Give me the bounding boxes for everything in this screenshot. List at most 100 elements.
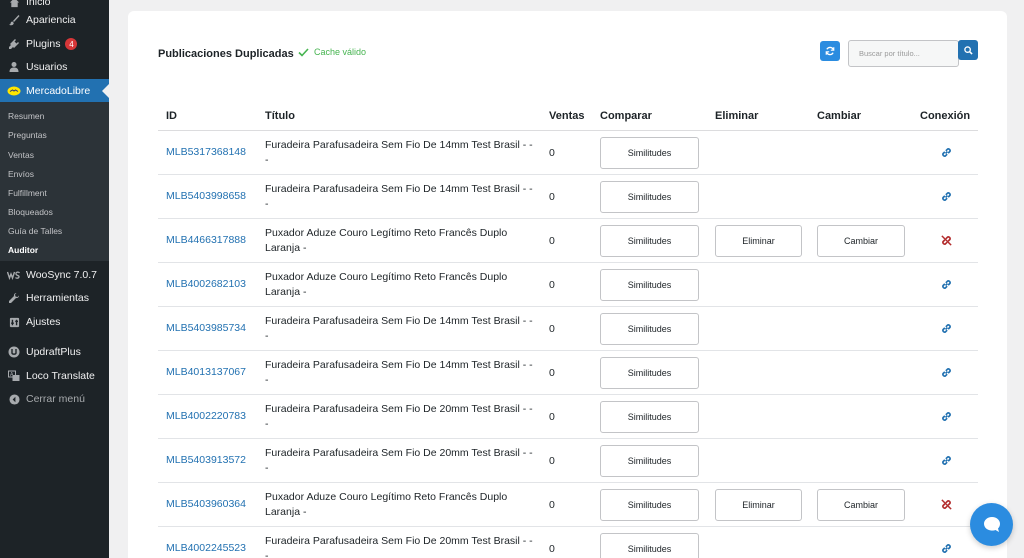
updraftplus-icon	[7, 345, 21, 359]
menu-item-mercadolibre[interactable]: MercadoLibre	[0, 79, 109, 103]
listing-title: Furadeira Parafusadeira Sem Fio De 14mm …	[265, 139, 533, 166]
similitudes-button[interactable]: Similitudes	[600, 137, 699, 169]
chat-icon	[983, 517, 1000, 532]
menu-label: Usuarios	[26, 61, 68, 73]
listing-id-link[interactable]: MLB4002245523	[166, 542, 246, 554]
refresh-button[interactable]	[820, 41, 840, 61]
search-input[interactable]	[848, 40, 959, 67]
similitudes-button[interactable]: Similitudes	[600, 445, 699, 477]
menu-label: WooSync 7.0.7	[26, 269, 98, 281]
link-icon[interactable]	[940, 146, 953, 159]
similitudes-button[interactable]: Similitudes	[600, 181, 699, 213]
submenu-guia-de-talles[interactable]: Guía de Talles	[8, 226, 62, 236]
menu-label: Apariencia	[26, 14, 76, 26]
sales-count: 0	[549, 279, 555, 291]
menu-item-apariencia[interactable]: Apariencia	[0, 8, 109, 32]
cache-status-text: Cache válido	[314, 47, 367, 57]
sales-count: 0	[549, 455, 555, 467]
listing-title: Puxador Aduze Couro Legítimo Reto Francê…	[265, 227, 508, 254]
sales-count: 0	[549, 191, 555, 203]
submenu-envios[interactable]: Envíos	[8, 169, 34, 179]
listing-id-link[interactable]: MLB5403998658	[166, 190, 246, 202]
table-row: MLB5403998658 Furadeira Parafusadeira Sem…	[158, 175, 978, 219]
table-row: MLB5403985734 Furadeira Parafusadeira Sem…	[158, 307, 978, 351]
similitudes-button[interactable]: Similitudes	[600, 533, 699, 558]
menu-label: Cerrar menú	[26, 393, 85, 405]
cambiar-button[interactable]: Cambiar	[817, 225, 905, 257]
link-icon[interactable]	[940, 542, 953, 555]
submenu-resumen[interactable]: Resumen	[8, 111, 44, 121]
submenu-auditor[interactable]: Auditor	[8, 245, 38, 255]
table-row: MLB5403960364 Puxador Aduze Couro Legítim…	[158, 483, 978, 527]
mercadolibre-icon	[7, 84, 21, 98]
search-button[interactable]	[958, 40, 978, 60]
eliminar-button[interactable]: Eliminar	[715, 489, 802, 521]
wrench-icon	[7, 291, 21, 305]
listing-id-link[interactable]: MLB4466317888	[166, 234, 246, 246]
menu-item-ajustes[interactable]: Ajustes	[0, 310, 109, 334]
listing-title: Furadeira Parafusadeira Sem Fio De 14mm …	[265, 183, 533, 210]
menu-item-woosync[interactable]: WooSync 7.0.7	[0, 263, 109, 287]
menu-label: Loco Translate	[26, 370, 95, 382]
chat-button[interactable]	[970, 503, 1013, 546]
listing-id-link[interactable]: MLB5403960364	[166, 498, 246, 510]
table-row: MLB4013137067 Furadeira Parafusadeira Sem…	[158, 351, 978, 395]
cambiar-button[interactable]: Cambiar	[817, 489, 905, 521]
listing-id-link[interactable]: MLB4002220783	[166, 410, 246, 422]
submenu-fulfillment[interactable]: Fulfillment	[8, 188, 47, 198]
broken-link-icon[interactable]	[940, 498, 953, 511]
listing-id-link[interactable]: MLB5403913572	[166, 454, 246, 466]
collapse-menu-button[interactable]: Cerrar menú	[0, 387, 109, 411]
similitudes-button[interactable]: Similitudes	[600, 269, 699, 301]
loco-translate-icon: A	[7, 369, 21, 383]
broken-link-icon[interactable]	[940, 234, 953, 247]
sales-count: 0	[549, 323, 555, 335]
similitudes-button[interactable]: Similitudes	[600, 401, 699, 433]
link-icon[interactable]	[940, 278, 953, 291]
submenu-bloqueados[interactable]: Bloqueados	[8, 207, 53, 217]
sales-count: 0	[549, 411, 555, 423]
link-icon[interactable]	[940, 454, 953, 467]
link-icon[interactable]	[940, 190, 953, 203]
link-icon[interactable]	[940, 410, 953, 423]
collapse-menu-icon	[7, 392, 21, 406]
submenu-ventas[interactable]: Ventas	[8, 150, 34, 160]
menu-item-loco-translate[interactable]: A Loco Translate	[0, 364, 109, 388]
plugins-update-badge: 4	[65, 38, 78, 50]
table-row: MLB4466317888 Puxador Aduze Couro Legítim…	[158, 219, 978, 263]
menu-item-herramientas[interactable]: Herramientas	[0, 286, 109, 310]
similitudes-button[interactable]: Similitudes	[600, 489, 699, 521]
woosync-icon	[7, 268, 21, 282]
listing-title: Furadeira Parafusadeira Sem Fio De 14mm …	[265, 359, 533, 386]
submenu-preguntas[interactable]: Preguntas	[8, 130, 47, 140]
page-title: Publicaciones Duplicadas	[158, 48, 294, 60]
sales-count: 0	[549, 499, 555, 511]
listing-id-link[interactable]: MLB5317368148	[166, 146, 246, 158]
plugin-icon	[7, 37, 21, 51]
similitudes-button[interactable]: Similitudes	[600, 225, 699, 257]
listing-title: Furadeira Parafusadeira Sem Fio De 20mm …	[265, 447, 533, 474]
menu-item-plugins[interactable]: Plugins 4	[0, 32, 109, 56]
menu-label: Ajustes	[26, 316, 61, 328]
sales-count: 0	[549, 235, 555, 247]
table-row: MLB5317368148 Furadeira Parafusadeira Sem…	[158, 131, 978, 175]
similitudes-button[interactable]: Similitudes	[600, 313, 699, 345]
listing-title: Puxador Aduze Couro Legítimo Reto Francê…	[265, 491, 508, 518]
table-row: MLB4002220783 Furadeira Parafusadeira Sem…	[158, 395, 978, 439]
menu-label: Herramientas	[26, 292, 90, 304]
listing-id-link[interactable]: MLB4013137067	[166, 366, 246, 378]
menu-item-updraftplus[interactable]: UpdraftPlus	[0, 340, 109, 364]
table-row: MLB5403913572 Furadeira Parafusadeira Sem…	[158, 439, 978, 483]
sales-count: 0	[549, 543, 555, 555]
link-icon[interactable]	[940, 366, 953, 379]
admin-sidebar: Inicio Apariencia Plugins 4 Usuarios Mer…	[0, 0, 109, 558]
link-icon[interactable]	[940, 322, 953, 335]
duplicates-card: Publicaciones Duplicadas Cache válido ID…	[128, 11, 1007, 558]
menu-label: Inicio	[26, 0, 51, 8]
cache-status: Cache válido	[298, 47, 366, 57]
listing-id-link[interactable]: MLB5403985734	[166, 322, 246, 334]
listing-id-link[interactable]: MLB4002682103	[166, 278, 246, 290]
similitudes-button[interactable]: Similitudes	[600, 357, 699, 389]
eliminar-button[interactable]: Eliminar	[715, 225, 802, 257]
menu-item-usuarios[interactable]: Usuarios	[0, 55, 109, 79]
